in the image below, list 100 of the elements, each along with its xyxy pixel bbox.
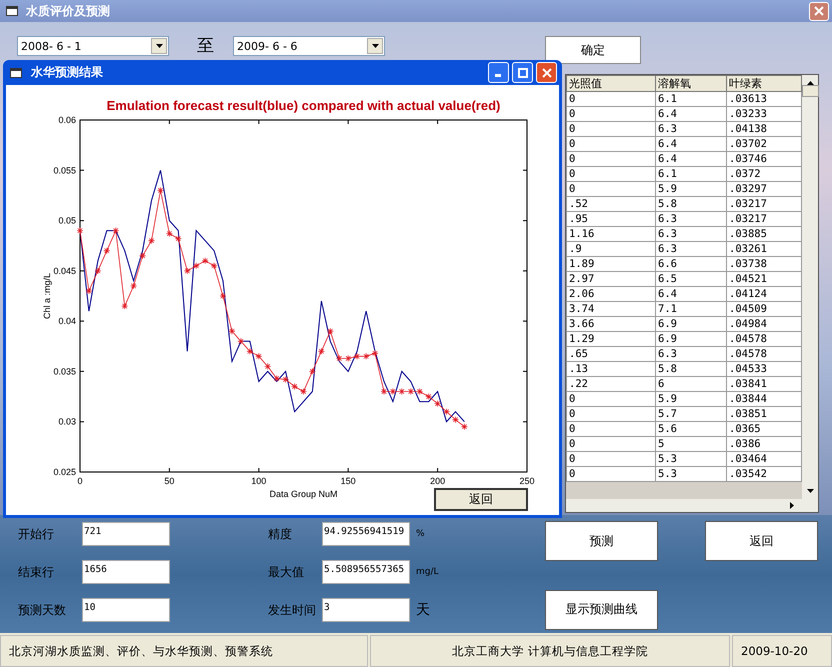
status-panel: 北京工商大学 计算机与信息工程学院	[370, 635, 730, 667]
table-cell: .04984	[726, 316, 802, 332]
tick-label: 0.05	[58, 216, 76, 226]
table-cell: .0365	[726, 422, 802, 436]
input-field[interactable]: 1656	[82, 560, 170, 584]
table-cell: 1.16	[566, 226, 656, 242]
table-cell: .04124	[726, 286, 802, 302]
table-cell: .03613	[726, 92, 802, 106]
y-axis-label: Chl a :mg/L	[42, 272, 52, 320]
maximize-button[interactable]	[512, 62, 533, 83]
table-cell: 0	[566, 436, 656, 452]
table-cell: 6.9	[656, 316, 726, 332]
table-cell: 1.89	[566, 256, 656, 272]
field-label: 预测天数	[18, 602, 67, 618]
table-cell: 5.9	[656, 392, 726, 406]
status-panel: 2009-10-20	[732, 635, 832, 667]
close-button[interactable]	[809, 2, 829, 20]
tick-label: 0.035	[53, 366, 76, 376]
input-field[interactable]: 94.92556941519	[322, 522, 410, 546]
table-cell: 2.06	[566, 286, 656, 302]
table-cell: .03746	[726, 152, 802, 166]
table-cell: .0386	[726, 436, 802, 452]
maximize-icon	[518, 68, 528, 78]
scroll-right-icon	[790, 502, 794, 509]
action-button[interactable]: 返回	[705, 521, 818, 561]
table-cell: 6.3	[656, 346, 726, 362]
table-cell: .52	[566, 196, 656, 212]
table-cell: 0	[566, 122, 656, 136]
action-button[interactable]: 显示预测曲线	[545, 590, 658, 630]
back-button[interactable]: 返回	[434, 488, 528, 511]
dropdown-arrow-icon	[156, 44, 162, 48]
input-field[interactable]: 3	[322, 598, 410, 622]
table-cell: 6.6	[656, 256, 726, 272]
table-cell: .22	[566, 376, 656, 392]
table-cell: 0	[566, 452, 656, 466]
table-cell: 6.4	[656, 136, 726, 152]
table-cell: 7.1	[656, 302, 726, 316]
table-cell: 6.4	[656, 152, 726, 166]
unit-label: mg/L	[416, 567, 439, 577]
field-label: 开始行	[18, 526, 55, 542]
table-cell: .03233	[726, 106, 802, 122]
status-panel: 北京河湖水质监测、评价、与水华预测、预警系统	[0, 635, 368, 667]
table-cell: 5.3	[656, 466, 726, 482]
table-cell: 0	[566, 166, 656, 182]
table-cell: 6.3	[656, 122, 726, 136]
table-cell: 0	[566, 106, 656, 122]
table-cell: 1.29	[566, 332, 656, 346]
dropdown-arrow-icon	[372, 44, 378, 48]
table-cell: 2.97	[566, 272, 656, 286]
input-field[interactable]: 10	[82, 598, 170, 622]
table-cell: .03702	[726, 136, 802, 152]
scrollbar-thumb[interactable]	[802, 85, 818, 97]
table-cell: 0	[566, 392, 656, 406]
table-cell: .03738	[726, 256, 802, 272]
table-cell: 6.3	[656, 226, 726, 242]
table-cell: 5.3	[656, 452, 726, 466]
table-cell: 3.66	[566, 316, 656, 332]
table-cell: .03841	[726, 376, 802, 392]
tick-label: 150	[340, 476, 356, 486]
window-title: 水质评价及预测	[26, 2, 111, 20]
tick-label: 200	[430, 476, 446, 486]
window-icon	[10, 68, 22, 78]
table-cell: 0	[566, 92, 656, 106]
table-cell: .04533	[726, 362, 802, 376]
minimize-button[interactable]	[488, 62, 509, 83]
table-cell: 0	[566, 422, 656, 436]
table-cell: 6.1	[656, 92, 726, 106]
input-field[interactable]: 721	[82, 522, 170, 546]
tick-label: 100	[251, 476, 266, 486]
start-date-dropdown[interactable]: 2008- 6 - 1	[17, 36, 169, 56]
dialog-title: 水华预测结果	[31, 64, 104, 81]
table-cell: 6.9	[656, 332, 726, 346]
table-cell: 5.8	[656, 196, 726, 212]
tick-label: 250	[519, 476, 535, 486]
x-axis-label: Data Group NuM	[269, 489, 338, 499]
horizontal-scrollbar[interactable]	[566, 499, 818, 512]
table-cell: 0	[566, 182, 656, 196]
table-cell: .03851	[726, 406, 802, 422]
input-field[interactable]: 5.508956557365	[322, 560, 410, 584]
table-cell: .04578	[726, 346, 802, 362]
table-cell: .95	[566, 212, 656, 226]
vertical-scrollbar[interactable]	[802, 75, 818, 499]
table-cell: .04578	[726, 332, 802, 346]
table-cell: .03464	[726, 452, 802, 466]
end-date-dropdown[interactable]: 2009- 6 - 6	[233, 36, 385, 56]
column-header: 光照值	[566, 76, 656, 92]
window-icon	[6, 6, 18, 16]
table-cell: 5	[656, 436, 726, 452]
chart-title: Emulation forecast result(blue) compared with actual value(red)	[106, 98, 500, 113]
table-cell: 0	[566, 152, 656, 166]
table-cell: 0	[566, 136, 656, 152]
table-cell: 3.74	[566, 302, 656, 316]
table-cell: 6.4	[656, 286, 726, 302]
action-button[interactable]: 预测	[545, 521, 658, 561]
scroll-down-icon	[806, 489, 814, 493]
confirm-button[interactable]: 确定	[545, 36, 641, 64]
table-cell: 5.6	[656, 422, 726, 436]
table-cell: 6.3	[656, 242, 726, 256]
table-cell: .13	[566, 362, 656, 376]
close-button[interactable]	[536, 62, 557, 83]
